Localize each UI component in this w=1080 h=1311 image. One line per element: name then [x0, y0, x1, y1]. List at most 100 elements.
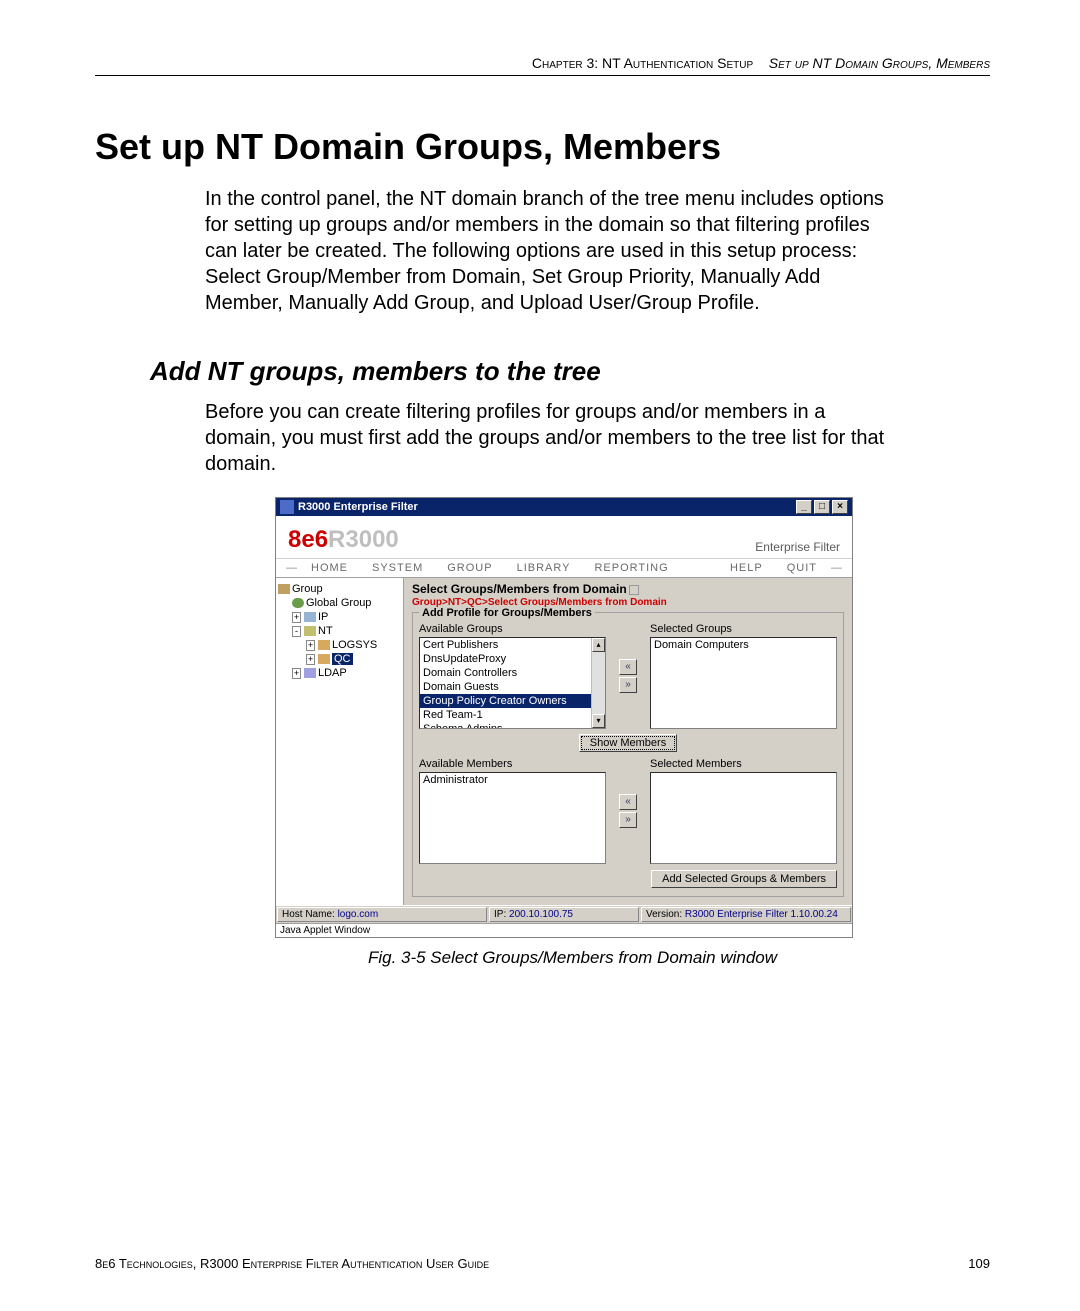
selected-members-label: Selected Members [650, 758, 837, 770]
move-left-button-2[interactable]: « [619, 794, 637, 810]
menu-group[interactable]: GROUP [435, 559, 504, 577]
popout-icon[interactable] [629, 585, 639, 595]
move-right-button[interactable]: » [619, 677, 637, 693]
fieldset-legend: Add Profile for Groups/Members [419, 607, 595, 619]
tree-expander-icon[interactable]: + [306, 640, 315, 651]
move-left-button[interactable]: « [619, 659, 637, 675]
selected-groups-label: Selected Groups [650, 623, 837, 635]
available-members-listbox[interactable]: Administrator [419, 772, 606, 864]
scroll-down-icon[interactable]: ▾ [592, 714, 605, 728]
brand-label: Enterprise Filter [755, 540, 840, 554]
logo-rest: R3000 [328, 526, 399, 553]
chapter-header: Chapter 3: NT Authentication Setup Set u… [95, 55, 990, 76]
panel-title: Select Groups/Members from Domain [412, 582, 844, 596]
tree-expander-icon[interactable]: + [292, 612, 301, 623]
page-title: Set up NT Domain Groups, Members [95, 126, 990, 168]
figure-caption: Fig. 3-5 Select Groups/Members from Doma… [155, 948, 990, 968]
tree-item-label: LOGSYS [332, 639, 377, 651]
section-intro: Before you can create filtering profiles… [205, 399, 895, 477]
status-host-value: logo.com [338, 909, 379, 920]
menu-bar: — HOME SYSTEM GROUP LIBRARY REPORTING HE… [276, 558, 852, 578]
tree-item[interactable]: + IP [278, 610, 401, 624]
status-bar: Host Name: logo.com IP: 200.10.100.75 Ve… [276, 905, 852, 923]
list-item[interactable]: DnsUpdateProxy [420, 652, 605, 666]
tree-item-label: NT [318, 625, 333, 637]
menu-quit[interactable]: QUIT [775, 559, 829, 577]
tree-panel: Group Global Group+IP-NT+LOGSYS+QC+LDAP [276, 578, 404, 905]
tree-node-icon [318, 654, 330, 664]
panel-title-text: Select Groups/Members from Domain [412, 582, 627, 596]
show-members-button[interactable]: Show Members [579, 734, 677, 752]
status-ip: IP: 200.10.100.75 [489, 907, 639, 922]
add-selected-button[interactable]: Add Selected Groups & Members [651, 870, 837, 888]
tree-item[interactable]: + LOGSYS [278, 638, 401, 652]
applet-message: Java Applet Window [276, 923, 852, 937]
status-ip-key: IP: [494, 909, 506, 920]
window-titlebar: R3000 Enterprise Filter _ □ × [276, 498, 852, 516]
chapter-header-left: Chapter 3: NT Authentication Setup [532, 55, 753, 71]
scrollbar[interactable]: ▴ ▾ [591, 638, 605, 728]
main-panel: Select Groups/Members from Domain Group>… [404, 578, 852, 905]
tree-node-icon [304, 612, 316, 622]
chapter-header-right: Set up NT Domain Groups, Members [769, 55, 990, 71]
status-ip-value: 200.10.100.75 [509, 909, 573, 920]
status-ver-value: R3000 Enterprise Filter 1.10.00.24 [685, 909, 838, 920]
tree-item-label: IP [318, 611, 328, 623]
footer-left: 8e6 Technologies, R3000 Enterprise Filte… [95, 1256, 968, 1271]
status-ver-key: Version: [646, 909, 682, 920]
move-right-button-2[interactable]: » [619, 812, 637, 828]
window-maximize-button[interactable]: □ [814, 500, 830, 514]
list-item[interactable]: Cert Publishers [420, 638, 605, 652]
tree-item[interactable]: - NT [278, 624, 401, 638]
tree-node-icon [304, 668, 316, 678]
page-footer: 8e6 Technologies, R3000 Enterprise Filte… [95, 1256, 990, 1271]
tree-item-label: QC [332, 653, 353, 665]
menu-system[interactable]: SYSTEM [360, 559, 435, 577]
tree-item[interactable]: Global Group [278, 596, 401, 610]
list-item[interactable]: Red Team-1 [420, 708, 605, 722]
tree-item-label: Global Group [306, 597, 371, 609]
selected-groups-listbox[interactable]: Domain Computers [650, 637, 837, 729]
list-item[interactable]: Domain Computers [651, 638, 836, 652]
tree-node-icon [318, 640, 330, 650]
tree-expander-icon[interactable]: + [306, 654, 315, 665]
menu-reporting[interactable]: REPORTING [582, 559, 680, 577]
tree-node-icon [292, 598, 304, 608]
tree-expander-icon[interactable]: - [292, 626, 301, 637]
scroll-up-icon[interactable]: ▴ [592, 638, 605, 652]
tree-item[interactable]: + QC [278, 652, 401, 666]
intro-paragraph: In the control panel, the NT domain bran… [205, 186, 895, 316]
status-version: Version: R3000 Enterprise Filter 1.10.00… [641, 907, 851, 922]
available-members-label: Available Members [419, 758, 606, 770]
list-item[interactable]: Domain Controllers [420, 666, 605, 680]
window-app-icon [280, 500, 294, 514]
tree-item[interactable]: + LDAP [278, 666, 401, 680]
tree-node-icon [304, 626, 316, 636]
menu-divider-left: — [284, 559, 299, 577]
banner: 8e6R3000 Enterprise Filter [276, 516, 852, 558]
tree-root[interactable]: Group [278, 582, 401, 596]
logo-accent: 8e6 [288, 526, 328, 553]
selected-members-listbox[interactable] [650, 772, 837, 864]
tree-item-label: LDAP [318, 667, 347, 679]
list-item[interactable]: Schema Admins [420, 722, 605, 729]
list-item[interactable]: Administrator [420, 773, 605, 787]
window-title: R3000 Enterprise Filter [298, 501, 794, 513]
section-subhead: Add NT groups, members to the tree [150, 356, 990, 387]
tree-expander-icon[interactable]: + [292, 668, 301, 679]
status-hostname: Host Name: logo.com [277, 907, 487, 922]
available-groups-label: Available Groups [419, 623, 606, 635]
menu-help[interactable]: HELP [718, 559, 775, 577]
footer-page-number: 109 [968, 1256, 990, 1271]
list-item[interactable]: Domain Guests [420, 680, 605, 694]
available-groups-listbox[interactable]: Cert PublishersDnsUpdateProxyDomain Cont… [419, 637, 606, 729]
menu-library[interactable]: LIBRARY [505, 559, 583, 577]
menu-home[interactable]: HOME [299, 559, 360, 577]
add-profile-fieldset: Add Profile for Groups/Members Available… [412, 612, 844, 897]
window-minimize-button[interactable]: _ [796, 500, 812, 514]
product-logo: 8e6R3000 [288, 526, 755, 554]
menu-divider-right: — [829, 559, 844, 577]
window-close-button[interactable]: × [832, 500, 848, 514]
screenshot-window: R3000 Enterprise Filter _ □ × 8e6R3000 E… [275, 497, 853, 938]
list-item[interactable]: Group Policy Creator Owners [420, 694, 605, 708]
